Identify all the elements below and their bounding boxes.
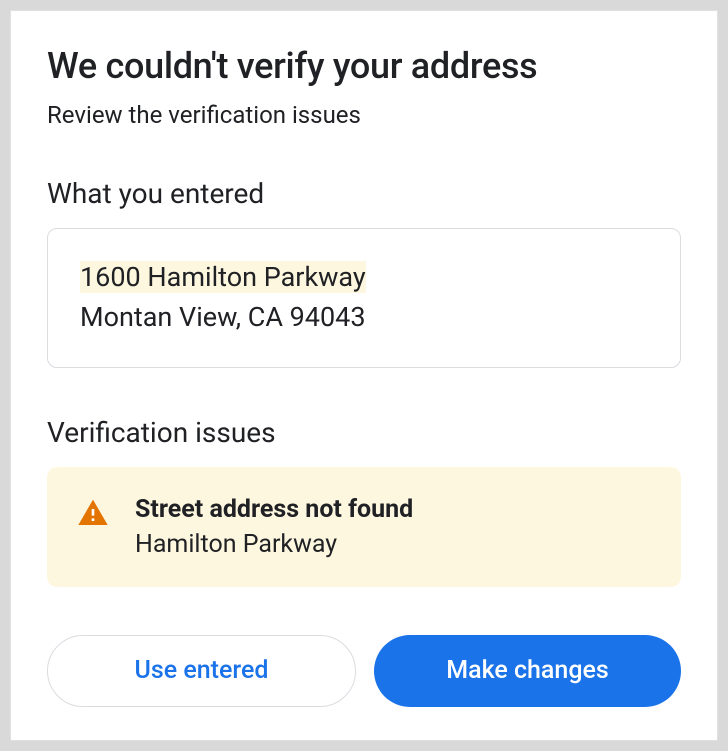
issue-detail: Hamilton Parkway xyxy=(135,530,651,559)
dialog-title: We couldn't verify your address xyxy=(47,45,681,87)
dialog-subtitle: Review the verification issues xyxy=(47,101,681,129)
address-line-2: Montan View, CA 94043 xyxy=(80,299,648,337)
address-line-1: 1600 Hamilton Parkway xyxy=(80,261,366,293)
make-changes-button[interactable]: Make changes xyxy=(374,635,681,707)
entered-address-box: 1600 Hamilton Parkway Montan View, CA 94… xyxy=(47,228,681,368)
warning-icon xyxy=(77,497,109,529)
verification-issue-box: Street address not found Hamilton Parkwa… xyxy=(47,467,681,587)
button-row: Use entered Make changes xyxy=(47,635,681,707)
issues-heading: Verification issues xyxy=(47,416,681,449)
issue-title: Street address not found xyxy=(135,495,651,524)
issue-content: Street address not found Hamilton Parkwa… xyxy=(135,495,651,559)
use-entered-button[interactable]: Use entered xyxy=(47,635,356,707)
address-verification-dialog: We couldn't verify your address Review t… xyxy=(10,10,718,741)
entered-heading: What you entered xyxy=(47,177,681,210)
